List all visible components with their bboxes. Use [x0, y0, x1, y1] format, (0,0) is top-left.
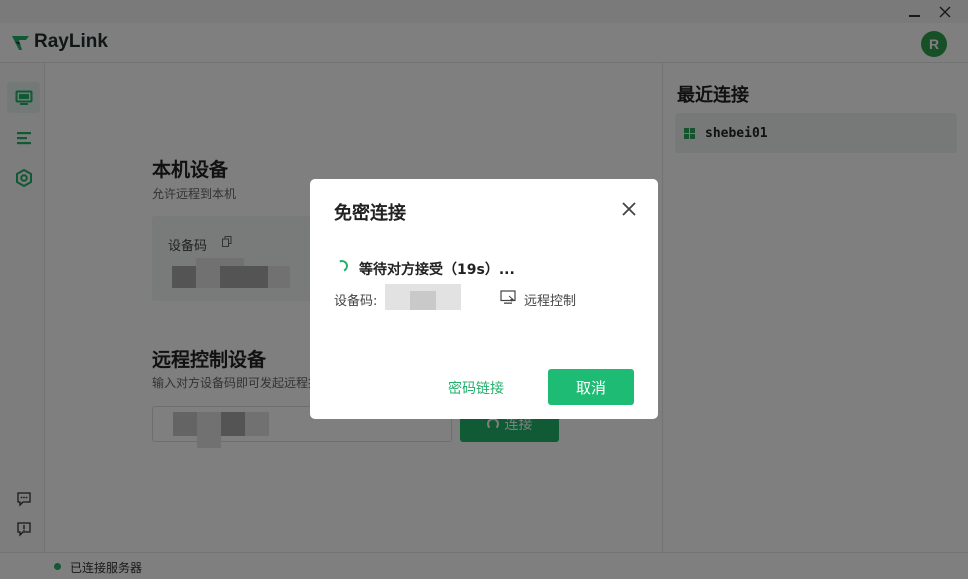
passwordless-connect-dialog: 免密连接 等待对方接受（19s）... 设备码: 远程控制 密码链接 取消: [310, 179, 658, 419]
cancel-button[interactable]: 取消: [548, 369, 634, 405]
password-link[interactable]: 密码链接: [448, 378, 504, 398]
dialog-device-code-label: 设备码:: [334, 294, 378, 309]
close-icon[interactable]: [618, 198, 640, 220]
dialog-device-code-redacted: [410, 291, 436, 310]
loading-spinner-icon: [334, 258, 350, 274]
waiting-text: 等待对方接受（19s）...: [359, 262, 515, 278]
monitor-icon: [500, 290, 516, 304]
dialog-title: 免密连接: [334, 203, 406, 224]
remote-control-mode-label: 远程控制: [524, 294, 577, 309]
